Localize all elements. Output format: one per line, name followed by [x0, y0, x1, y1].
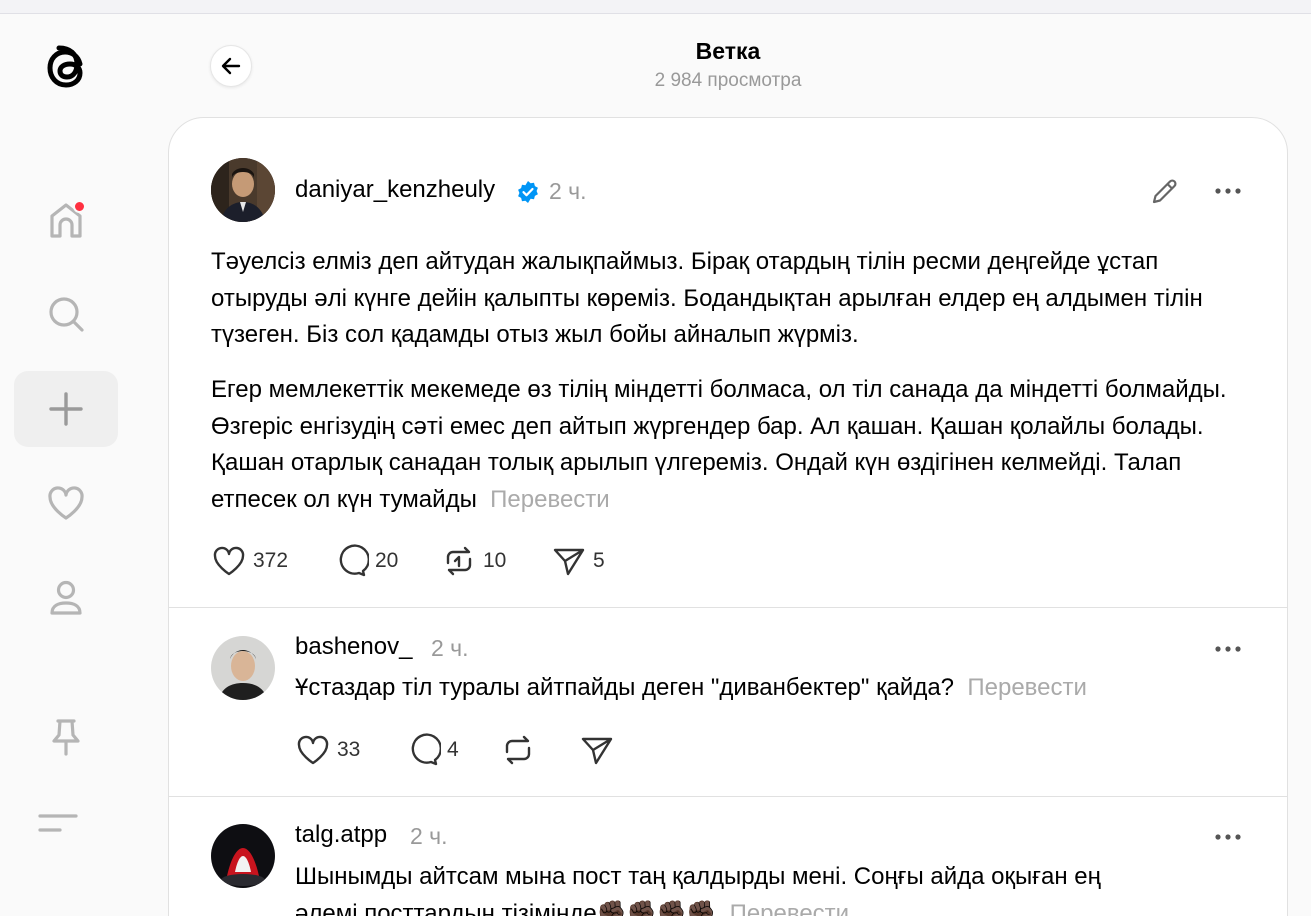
- comment-icon: [339, 544, 369, 577]
- browser-top-bar: [0, 0, 1311, 14]
- reply-text-line-2: әлемі посттардың тізімінде✊🏿✊🏿✊🏿✊🏿 Перев…: [295, 896, 1255, 916]
- reply-text: Ұстаздар тіл туралы айтпайды деген "дива…: [295, 670, 1255, 707]
- more-icon[interactable]: [1213, 644, 1243, 654]
- translate-link[interactable]: Перевести: [967, 674, 1087, 701]
- search-icon: [49, 297, 84, 332]
- comment-button[interactable]: 20: [333, 543, 398, 579]
- reply-time: 2 ч.: [410, 823, 448, 849]
- translate-link[interactable]: Перевести: [730, 900, 850, 916]
- profile-icon: [50, 580, 82, 615]
- divider: [169, 607, 1287, 608]
- view-count: 2 984 просмотра: [654, 70, 802, 91]
- post-paragraph-2: Егер мемлекеттік мекемеде өз тілің мінде…: [211, 372, 1241, 518]
- menu-icon[interactable]: [36, 810, 80, 840]
- like-icon: [213, 546, 245, 576]
- threads-logo-icon[interactable]: [36, 40, 96, 100]
- reply-text-content: Ұстаздар тіл туралы айтпайды деген "дива…: [295, 674, 955, 701]
- heart-icon: [48, 486, 84, 520]
- avatar[interactable]: [211, 158, 275, 222]
- nav-activity[interactable]: [14, 465, 118, 541]
- nav-profile[interactable]: [14, 560, 118, 636]
- repost-icon: [446, 546, 472, 576]
- nav-create[interactable]: [14, 371, 118, 447]
- post-paragraph-1: Тәуелсіз елміз деп айтудан жалықпаймыз. …: [211, 248, 1203, 348]
- notification-dot: [73, 200, 86, 213]
- nav-pinned[interactable]: [14, 698, 118, 774]
- repost-icon: [505, 735, 531, 765]
- comment-count: 20: [375, 549, 399, 572]
- avatar[interactable]: [211, 636, 275, 700]
- repost-button[interactable]: [500, 732, 536, 768]
- share-button[interactable]: 5: [551, 543, 605, 579]
- like-count: 372: [253, 549, 289, 572]
- plus-icon: [49, 392, 83, 426]
- like-icon: [297, 735, 329, 765]
- divider: [169, 796, 1287, 797]
- reply-text-content: әлемі посттардың тізімінде✊🏿✊🏿✊🏿✊🏿: [295, 900, 717, 916]
- share-count: 5: [593, 549, 605, 572]
- reply-text-line-1: Шынымды айтсам мына пост таң қалдырды ме…: [295, 863, 1101, 890]
- nav-home[interactable]: [14, 182, 118, 258]
- page-title: Ветка: [695, 38, 761, 64]
- like-count: 33: [337, 738, 361, 761]
- comment-count: 4: [447, 738, 459, 761]
- more-icon[interactable]: [1213, 832, 1243, 842]
- edit-icon[interactable]: [1149, 175, 1181, 207]
- verified-badge-icon: [518, 181, 538, 203]
- post-username[interactable]: daniyar_kenzheuly: [295, 176, 495, 204]
- repost-count: 10: [483, 549, 507, 572]
- post-time: 2 ч.: [549, 178, 587, 204]
- share-icon: [581, 737, 613, 765]
- comment-icon: [411, 733, 441, 766]
- thread-card: daniyar_kenzheuly 2 ч. Тәуелсіз елміз де…: [168, 117, 1288, 916]
- repost-button[interactable]: 10: [441, 543, 506, 579]
- thread-header: Ветка 2 984 просмотра: [168, 14, 1288, 118]
- nav-search[interactable]: [14, 276, 118, 352]
- like-button[interactable]: 33: [295, 732, 360, 768]
- reply-time: 2 ч.: [431, 635, 469, 661]
- comment-button[interactable]: 4: [405, 732, 459, 768]
- translate-link[interactable]: Перевести: [490, 486, 610, 513]
- pin-icon: [52, 719, 80, 756]
- like-button[interactable]: 372: [211, 543, 288, 579]
- avatar[interactable]: [211, 824, 275, 888]
- share-icon: [553, 548, 585, 576]
- sidebar: [0, 14, 134, 916]
- post-paragraph-2-text: Егер мемлекеттік мекемеде өз тілің мінде…: [211, 376, 1227, 513]
- reply-username[interactable]: talg.atpp: [295, 821, 387, 849]
- more-icon[interactable]: [1213, 186, 1243, 196]
- reply-username[interactable]: bashenov_: [295, 633, 412, 661]
- share-button[interactable]: [579, 732, 615, 768]
